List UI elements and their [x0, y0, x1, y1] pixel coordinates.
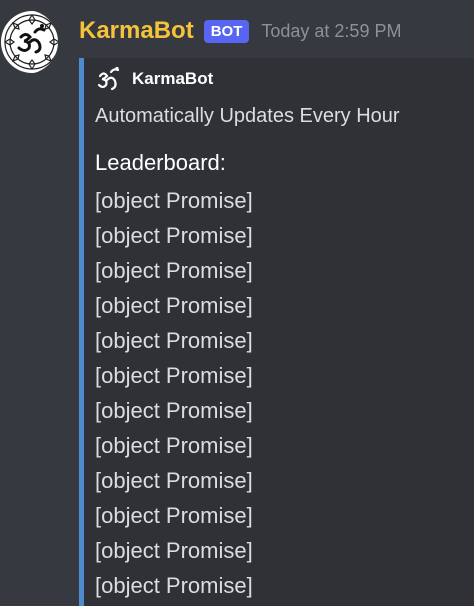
- embed-author-name[interactable]: KarmaBot: [132, 69, 213, 89]
- embed: KarmaBot Automatically Updates Every Hou…: [79, 58, 474, 606]
- message-header: KarmaBot BOT Today at 2:59 PM: [79, 14, 401, 48]
- om-icon: [96, 66, 122, 92]
- bot-badge: BOT: [203, 19, 250, 43]
- embed-title: Automatically Updates Every Hour: [95, 105, 400, 127]
- leaderboard-entry: [object Promise]: [95, 328, 253, 353]
- leaderboard-entry: [object Promise]: [95, 433, 253, 458]
- leaderboard-entry: [object Promise]: [95, 398, 253, 423]
- leaderboard-entry: [object Promise]: [95, 258, 253, 283]
- leaderboard-entry: [object Promise]: [95, 503, 253, 528]
- leaderboard-entry: [object Promise]: [95, 188, 253, 213]
- leaderboard-heading: Leaderboard:: [95, 150, 226, 175]
- bot-avatar[interactable]: [0, 10, 58, 74]
- leaderboard-entry: [object Promise]: [95, 223, 253, 248]
- om-icon: [1, 11, 58, 73]
- embed-author: KarmaBot: [96, 66, 213, 92]
- leaderboard-entry: [object Promise]: [95, 293, 253, 318]
- leaderboard-list: [object Promise] [object Promise] [objec…: [95, 183, 253, 603]
- leaderboard-entry: [object Promise]: [95, 468, 253, 493]
- leaderboard-entry: [object Promise]: [95, 573, 253, 598]
- leaderboard-entry: [object Promise]: [95, 363, 253, 388]
- leaderboard-entry: [object Promise]: [95, 538, 253, 563]
- timestamp[interactable]: Today at 2:59 PM: [261, 16, 401, 46]
- chat-message: KarmaBot BOT Today at 2:59 PM KarmaBot A…: [0, 0, 474, 606]
- username[interactable]: KarmaBot: [79, 16, 194, 46]
